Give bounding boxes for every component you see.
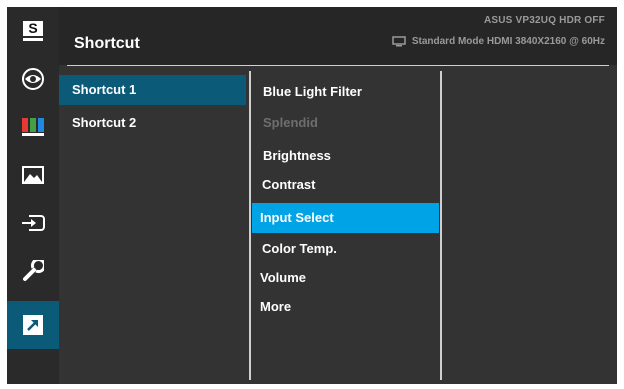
sidebar: S (7, 7, 59, 384)
option-brightness[interactable]: Brightness (252, 141, 439, 171)
option-contrast[interactable]: Contrast (252, 170, 439, 200)
shortcut-arrow-icon (23, 315, 43, 335)
sidebar-item-image[interactable] (7, 151, 59, 199)
option-more[interactable]: More (252, 292, 439, 322)
color-bars-icon (22, 118, 44, 136)
osd-menu: S Shortcut ASUS VP32UQ HDR OFF Standard … (7, 7, 617, 384)
model-info: ASUS VP32UQ HDR OFF (483, 15, 605, 26)
sidebar-item-splendid[interactable]: S (7, 7, 59, 55)
splendid-icon: S (23, 20, 43, 41)
sidebar-item-input-select[interactable] (7, 199, 59, 247)
option-volume[interactable]: Volume (252, 263, 439, 293)
option-splendid: Splendid (263, 115, 318, 130)
main-panel: Shortcut ASUS VP32UQ HDR OFF Standard Mo… (59, 7, 617, 384)
option-color-temp[interactable]: Color Temp. (252, 234, 439, 264)
eye-icon (22, 68, 44, 90)
option-input-select[interactable]: Input Select (252, 203, 439, 233)
wrench-icon (23, 260, 44, 281)
sidebar-item-shortcut[interactable] (7, 301, 59, 349)
monitor-icon (392, 36, 406, 47)
header: Shortcut ASUS VP32UQ HDR OFF Standard Mo… (59, 7, 617, 65)
option-blue-light-filter[interactable]: Blue Light Filter (252, 77, 439, 107)
sidebar-item-color[interactable] (7, 103, 59, 151)
shortcut-list: Shortcut 1 Shortcut 2 (59, 75, 246, 141)
page-title: Shortcut (74, 35, 140, 52)
column-divider-right (440, 71, 442, 380)
sidebar-item-blue-light-filter[interactable] (7, 55, 59, 103)
input-icon (22, 215, 45, 231)
column-divider-left (249, 71, 251, 380)
mode-info-line: Standard Mode HDMI 3840X2160 @ 60Hz (392, 36, 605, 47)
image-icon (22, 166, 44, 184)
shortcut-2-item[interactable]: Shortcut 2 (59, 108, 246, 138)
sidebar-item-system-setup[interactable] (7, 247, 59, 295)
header-divider (67, 65, 609, 66)
mode-info: Standard Mode HDMI 3840X2160 @ 60Hz (411, 36, 605, 47)
shortcut-1-item[interactable]: Shortcut 1 (59, 75, 246, 105)
splendid-icon-label: S (28, 20, 38, 36)
